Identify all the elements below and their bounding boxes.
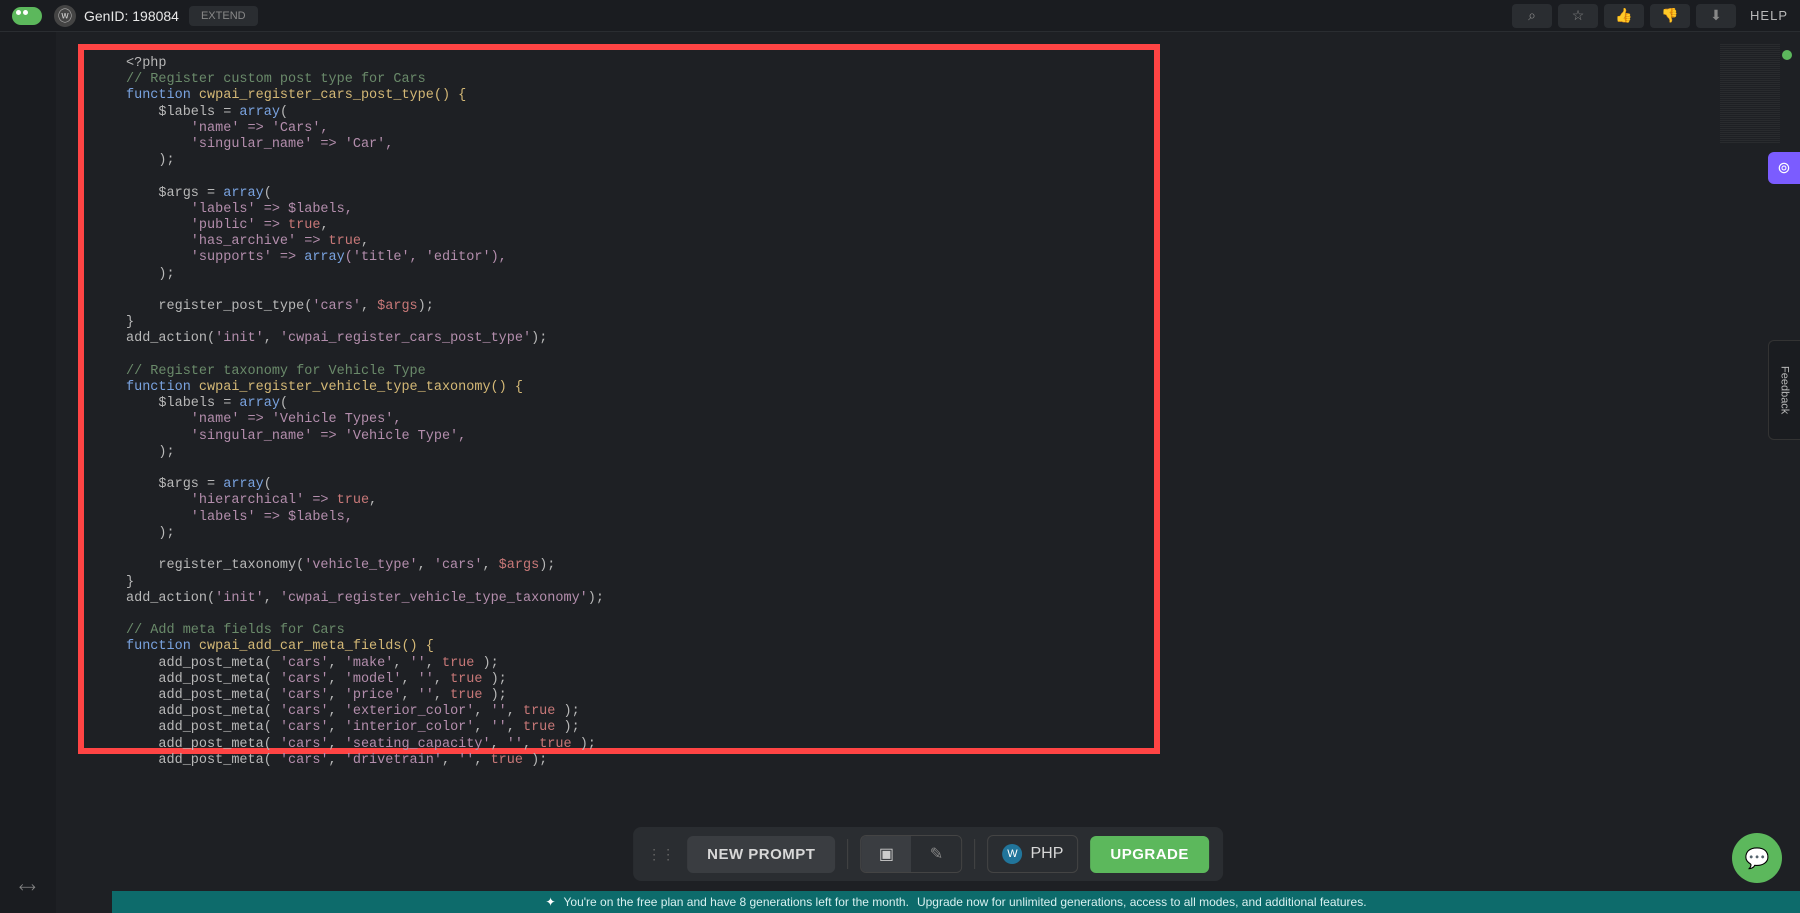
wordpress-badge-icon: W [1002, 844, 1022, 864]
app-logo [12, 7, 42, 25]
new-prompt-button[interactable]: NEW PROMPT [687, 836, 835, 873]
edit-mode-icon[interactable]: ✎ [911, 836, 961, 872]
main-area: <?php // Register custom post type for C… [56, 32, 1800, 913]
code-minimap[interactable] [1720, 44, 1780, 144]
top-bar: ⓦ GenID: 198084 EXTEND ⌕ ☆ 👍 👎 ⬇ HELP [0, 0, 1800, 32]
mode-toggle: ▣ ✎ [860, 835, 962, 873]
search-icon[interactable]: ⌕ [1512, 4, 1552, 28]
expand-icon[interactable]: ⤢ [16, 877, 38, 899]
extend-button[interactable]: EXTEND [189, 6, 258, 26]
upgrade-button[interactable]: UPGRADE [1090, 836, 1209, 873]
download-icon[interactable]: ⬇ [1696, 4, 1736, 28]
help-link[interactable]: HELP [1750, 8, 1788, 23]
feedback-tab[interactable]: Feedback [1768, 340, 1800, 440]
thumbs-down-icon[interactable]: 👎 [1650, 4, 1690, 28]
status-indicator [1782, 50, 1792, 60]
divider [847, 839, 848, 869]
drag-handle-icon[interactable]: ⋮⋮ [647, 846, 675, 863]
code-editor-highlight: <?php // Register custom post type for C… [78, 44, 1160, 754]
php-label: PHP [1030, 845, 1063, 863]
footer-bar: ✦ You're on the free plan and have 8 gen… [112, 891, 1800, 913]
terminal-mode-icon[interactable]: ▣ [861, 836, 911, 872]
bottom-toolbar: ⋮⋮ NEW PROMPT ▣ ✎ W PHP UPGRADE [633, 827, 1223, 881]
ai-assist-tab[interactable]: ⊚ [1768, 152, 1800, 184]
sparkle-icon: ✦ [545, 895, 555, 909]
top-actions: ⌕ ☆ 👍 👎 ⬇ HELP [1512, 4, 1788, 28]
code-content[interactable]: <?php // Register custom post type for C… [114, 56, 616, 769]
thumbs-up-icon[interactable]: 👍 [1604, 4, 1644, 28]
divider [974, 839, 975, 869]
sidebar: ⤢ [0, 32, 56, 913]
chat-fab-icon[interactable]: 💬 [1732, 833, 1782, 883]
footer-message: You're on the free plan and have 8 gener… [564, 895, 909, 909]
page-title: GenID: 198084 [84, 8, 179, 24]
wordpress-icon: ⓦ [54, 5, 76, 27]
php-language-button[interactable]: W PHP [987, 835, 1078, 873]
footer-upgrade-link[interactable]: Upgrade now for unlimited generations, a… [917, 895, 1367, 909]
star-icon[interactable]: ☆ [1558, 4, 1598, 28]
